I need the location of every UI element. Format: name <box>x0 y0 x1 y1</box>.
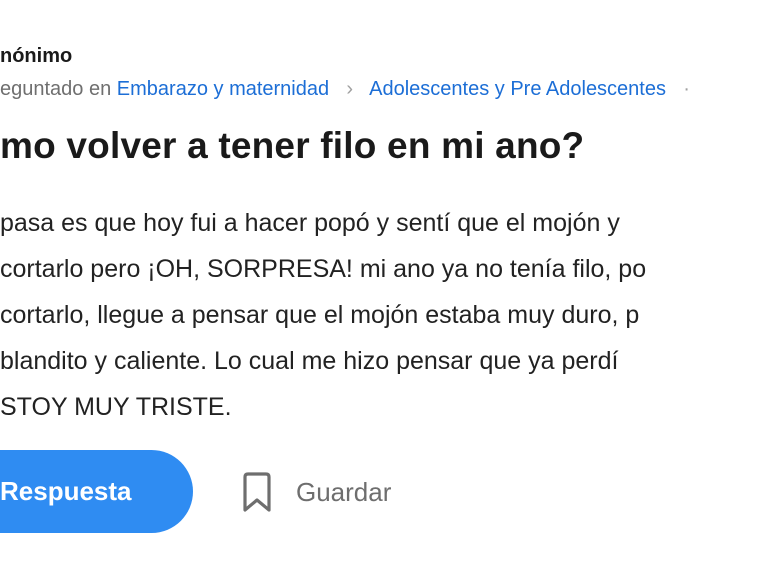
question-title: mo volver a tener filo en mi ano? <box>0 125 585 166</box>
save-button[interactable]: Guardar <box>240 462 391 522</box>
save-label: Guardar <box>296 476 392 507</box>
category-link-teens[interactable]: Adolescentes y Pre Adolescentes <box>369 78 666 100</box>
bookmark-icon <box>240 469 274 515</box>
question-body-line: STOY MUY TRISTE. <box>0 393 232 421</box>
asked-in-label: eguntado en <box>0 78 112 100</box>
chevron-right-icon: › <box>346 78 354 100</box>
question-meta: eguntado en Embarazo y maternidad › Adol… <box>0 78 702 101</box>
category-link-pregnancy[interactable]: Embarazo y maternidad <box>117 78 329 100</box>
question-body: pasa es que hoy fui a hacer popó y sentí… <box>0 200 646 430</box>
question-body-line: cortarlo, llegue a pensar que el mojón e… <box>0 301 640 329</box>
question-body-line: pasa es que hoy fui a hacer popó y sentí… <box>0 209 620 237</box>
question-body-line: cortarlo pero ¡OH, SORPRESA! mi ano ya n… <box>0 255 647 283</box>
meta-trailing-dot: · <box>683 78 690 100</box>
question-body-line: blandito y caliente. Lo cual me hizo pen… <box>0 347 619 375</box>
answer-button[interactable]: Respuesta <box>0 450 193 533</box>
question-page: nónimo eguntado en Embarazo y maternidad… <box>0 0 768 576</box>
author-name[interactable]: nónimo <box>0 45 72 68</box>
